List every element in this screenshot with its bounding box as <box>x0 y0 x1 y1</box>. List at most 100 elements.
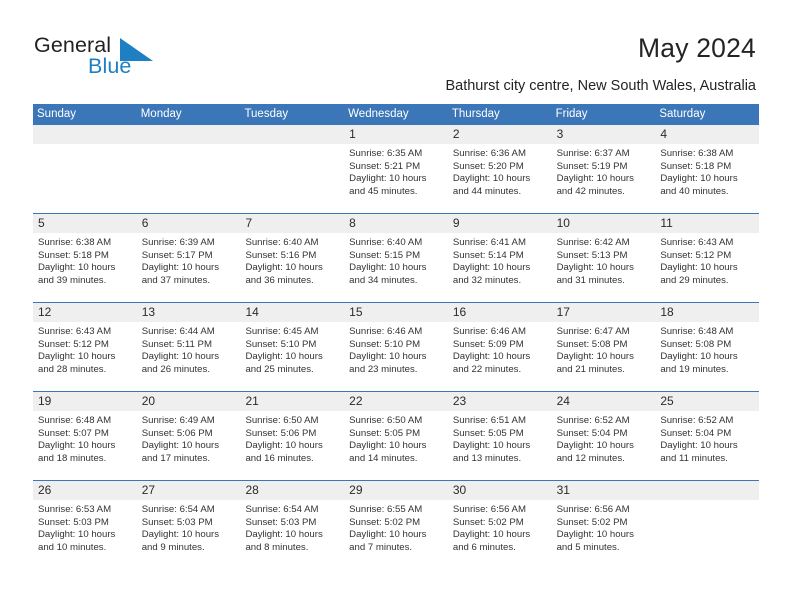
day-cell[interactable]: Sunrise: 6:48 AM Sunset: 5:08 PM Dayligh… <box>655 322 759 391</box>
sunset-text: Sunset: 5:20 PM <box>452 160 524 172</box>
sunset-text: Sunset: 5:05 PM <box>452 427 524 439</box>
sunset-text: Sunset: 5:13 PM <box>556 249 628 261</box>
daylight-text-line1: Daylight: 10 hours <box>349 351 427 363</box>
daylight-text-line1: Daylight: 10 hours <box>660 262 738 274</box>
day-number: 22 <box>349 394 363 408</box>
day-cell[interactable]: Sunrise: 6:47 AM Sunset: 5:08 PM Dayligh… <box>552 322 656 391</box>
day-cell[interactable]: Sunrise: 6:39 AM Sunset: 5:17 PM Dayligh… <box>137 233 241 302</box>
daylight-text-line2: and 22 minutes. <box>452 363 522 375</box>
day-cell[interactable]: Sunrise: 6:55 AM Sunset: 5:02 PM Dayligh… <box>344 500 448 569</box>
sunset-text: Sunset: 5:06 PM <box>245 427 317 439</box>
day-number: 8 <box>349 216 356 230</box>
day-cell[interactable]: Sunrise: 6:52 AM Sunset: 5:04 PM Dayligh… <box>655 411 759 480</box>
day-cell[interactable] <box>655 500 759 569</box>
day-cell[interactable]: Sunrise: 6:44 AM Sunset: 5:11 PM Dayligh… <box>137 322 241 391</box>
sunset-text: Sunset: 5:15 PM <box>349 249 421 261</box>
daylight-text-line2: and 8 minutes. <box>245 541 309 553</box>
calendar-week-row: 1 2 3 4 Sunrise: 6:35 AM Sunset: 5:21 PM… <box>33 125 759 213</box>
daylight-text-line2: and 5 minutes. <box>556 541 620 553</box>
sunrise-text: Sunrise: 6:52 AM <box>660 415 734 426</box>
day-cell[interactable]: Sunrise: 6:46 AM Sunset: 5:09 PM Dayligh… <box>448 322 552 391</box>
day-cell[interactable]: Sunrise: 6:46 AM Sunset: 5:10 PM Dayligh… <box>344 322 448 391</box>
day-cell[interactable]: Sunrise: 6:45 AM Sunset: 5:10 PM Dayligh… <box>240 322 344 391</box>
daylight-text-line2: and 13 minutes. <box>452 452 522 464</box>
day-cell[interactable]: Sunrise: 6:43 AM Sunset: 5:12 PM Dayligh… <box>33 322 137 391</box>
day-cell[interactable]: Sunrise: 6:54 AM Sunset: 5:03 PM Dayligh… <box>240 500 344 569</box>
daylight-text-line1: Daylight: 10 hours <box>556 173 634 185</box>
daylight-text-line2: and 21 minutes. <box>556 363 625 375</box>
daylight-text-line1: Daylight: 10 hours <box>245 351 323 363</box>
day-cell[interactable]: Sunrise: 6:38 AM Sunset: 5:18 PM Dayligh… <box>33 233 137 302</box>
day-cell[interactable] <box>240 144 344 213</box>
daylight-text-line2: and 40 minutes. <box>660 185 729 197</box>
day-cell[interactable] <box>33 144 137 213</box>
sunrise-text: Sunrise: 6:55 AM <box>349 504 423 515</box>
sunrise-text: Sunrise: 6:35 AM <box>349 148 423 159</box>
daylight-text-line2: and 36 minutes. <box>245 274 314 286</box>
day-cell[interactable]: Sunrise: 6:52 AM Sunset: 5:04 PM Dayligh… <box>552 411 656 480</box>
sunrise-text: Sunrise: 6:50 AM <box>349 415 423 426</box>
day-cell[interactable]: Sunrise: 6:49 AM Sunset: 5:06 PM Dayligh… <box>137 411 241 480</box>
day-number: 7 <box>245 216 253 230</box>
day-cell[interactable]: Sunrise: 6:40 AM Sunset: 5:15 PM Dayligh… <box>344 233 448 302</box>
day-number: 30 <box>452 483 467 497</box>
daylight-text-line1: Daylight: 10 hours <box>556 351 634 363</box>
daylight-text-line2: and 44 minutes. <box>452 185 522 197</box>
day-number: 24 <box>556 394 570 408</box>
day-cell[interactable]: Sunrise: 6:35 AM Sunset: 5:21 PM Dayligh… <box>344 144 448 213</box>
day-number: 3 <box>556 127 564 141</box>
day-cell[interactable]: Sunrise: 6:50 AM Sunset: 5:06 PM Dayligh… <box>240 411 344 480</box>
day-cell[interactable]: Sunrise: 6:54 AM Sunset: 5:03 PM Dayligh… <box>137 500 241 569</box>
daylight-text-line1: Daylight: 10 hours <box>141 351 220 363</box>
sunrise-text: Sunrise: 6:39 AM <box>141 237 215 248</box>
sunrise-text: Sunrise: 6:53 AM <box>38 504 112 515</box>
day-cell[interactable]: Sunrise: 6:56 AM Sunset: 5:02 PM Dayligh… <box>552 500 656 569</box>
sunset-text: Sunset: 5:14 PM <box>452 249 524 261</box>
day-cell[interactable]: Sunrise: 6:56 AM Sunset: 5:02 PM Dayligh… <box>448 500 552 569</box>
daylight-text-line2: and 10 minutes. <box>38 541 107 553</box>
day-number: 19 <box>38 394 52 408</box>
sunset-text: Sunset: 5:18 PM <box>38 249 109 261</box>
sunrise-text: Sunrise: 6:38 AM <box>38 237 112 248</box>
day-cell[interactable] <box>137 144 241 213</box>
day-number: 10 <box>556 216 570 230</box>
daylight-text-line1: Daylight: 10 hours <box>556 440 634 452</box>
sunrise-text: Sunrise: 6:37 AM <box>556 148 630 159</box>
sunrise-text: Sunrise: 6:56 AM <box>452 504 526 515</box>
day-cell[interactable]: Sunrise: 6:38 AM Sunset: 5:18 PM Dayligh… <box>655 144 759 213</box>
daylight-text-line2: and 16 minutes. <box>245 452 314 464</box>
day-cell[interactable]: Sunrise: 6:43 AM Sunset: 5:12 PM Dayligh… <box>655 233 759 302</box>
sunrise-text: Sunrise: 6:41 AM <box>452 237 526 248</box>
sunset-text: Sunset: 5:08 PM <box>660 338 732 350</box>
day-cell[interactable]: Sunrise: 6:50 AM Sunset: 5:05 PM Dayligh… <box>344 411 448 480</box>
day-number <box>240 125 344 144</box>
daylight-text-line1: Daylight: 10 hours <box>452 529 531 541</box>
daylight-text-line1: Daylight: 10 hours <box>245 440 323 452</box>
daylight-text-line2: and 28 minutes. <box>38 363 107 375</box>
sunset-text: Sunset: 5:12 PM <box>660 249 732 261</box>
week-day-details: Sunrise: 6:48 AM Sunset: 5:07 PM Dayligh… <box>33 411 759 480</box>
day-number: 28 <box>245 483 259 497</box>
day-number: 9 <box>452 216 460 230</box>
day-cell[interactable]: Sunrise: 6:51 AM Sunset: 5:05 PM Dayligh… <box>448 411 552 480</box>
day-cell[interactable]: Sunrise: 6:48 AM Sunset: 5:07 PM Dayligh… <box>33 411 137 480</box>
daylight-text-line2: and 34 minutes. <box>349 274 418 286</box>
day-cell[interactable]: Sunrise: 6:42 AM Sunset: 5:13 PM Dayligh… <box>552 233 656 302</box>
day-cell[interactable]: Sunrise: 6:41 AM Sunset: 5:14 PM Dayligh… <box>448 233 552 302</box>
daylight-text-line1: Daylight: 10 hours <box>660 173 738 185</box>
day-number: 18 <box>660 305 674 319</box>
day-cell[interactable]: Sunrise: 6:53 AM Sunset: 5:03 PM Dayligh… <box>33 500 137 569</box>
weekday-header-thursday: Thursday <box>451 108 500 120</box>
sunrise-text: Sunrise: 6:51 AM <box>452 415 526 426</box>
day-cell[interactable]: Sunrise: 6:37 AM Sunset: 5:19 PM Dayligh… <box>552 144 656 213</box>
daylight-text-line2: and 12 minutes. <box>556 452 625 464</box>
day-cell[interactable]: Sunrise: 6:40 AM Sunset: 5:16 PM Dayligh… <box>240 233 344 302</box>
sunrise-text: Sunrise: 6:43 AM <box>38 326 112 337</box>
general-blue-logo[interactable]: General Blue <box>34 33 214 85</box>
daylight-text-line1: Daylight: 10 hours <box>660 440 738 452</box>
daylight-text-line1: Daylight: 10 hours <box>38 529 116 541</box>
sunrise-text: Sunrise: 6:50 AM <box>245 415 319 426</box>
daylight-text-line1: Daylight: 10 hours <box>141 440 220 452</box>
sunset-text: Sunset: 5:09 PM <box>452 338 524 350</box>
day-cell[interactable]: Sunrise: 6:36 AM Sunset: 5:20 PM Dayligh… <box>448 144 552 213</box>
